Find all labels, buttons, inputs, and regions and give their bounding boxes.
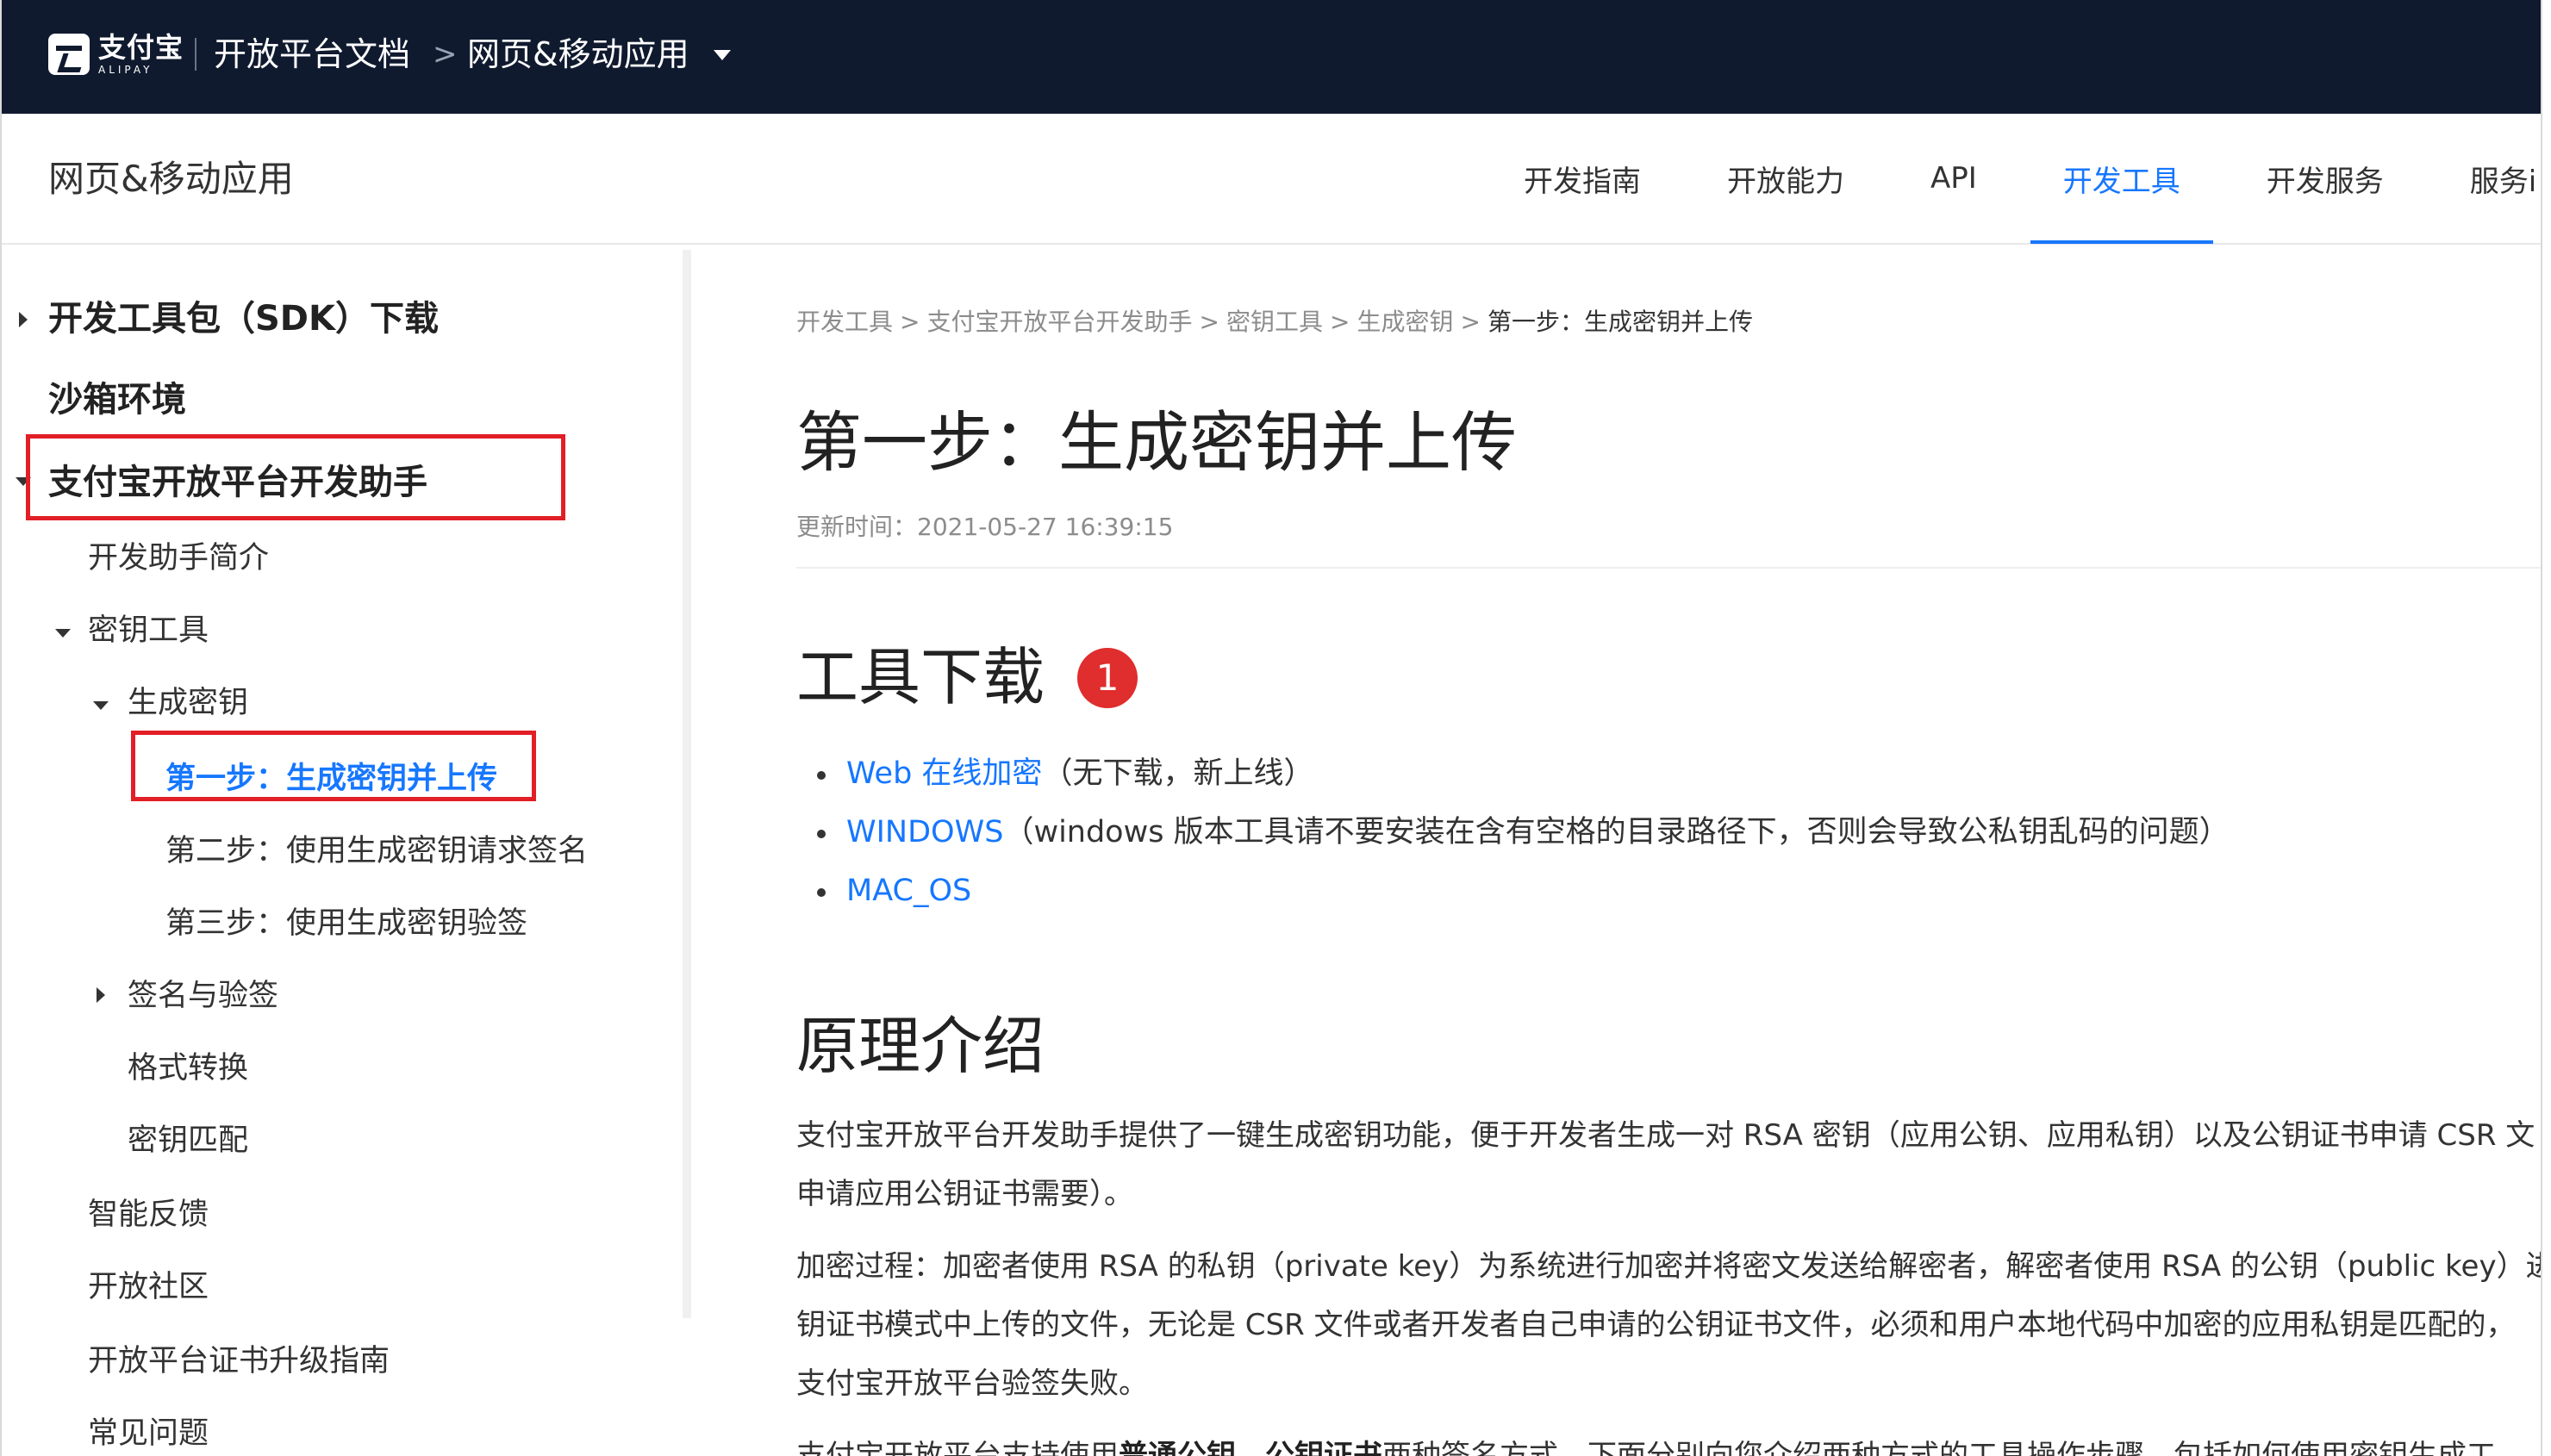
sidebar-item-format-convert[interactable]: 格式转换 bbox=[128, 1044, 248, 1092]
highlight-box bbox=[131, 731, 536, 801]
sidebar-item-sandbox[interactable]: 沙箱环境 bbox=[48, 376, 186, 424]
para-bold: 、 bbox=[1236, 1439, 1265, 1456]
list-item: MAC_OS bbox=[796, 862, 2230, 920]
breadcrumb-item[interactable]: 支付宝开放平台开发助手 bbox=[926, 308, 1192, 336]
sidebar-item-sign-verify[interactable]: 签名与验签 bbox=[128, 972, 278, 1020]
breadcrumb-item[interactable]: 开发工具 bbox=[796, 308, 893, 336]
nav-service-more[interactable]: 服务i bbox=[2427, 114, 2541, 243]
main-content: 开发工具 > 支付宝开放平台开发助手 > 密钥工具 > 生成密钥 > 第一步：生成密钥并上传 第… bbox=[796, 245, 2542, 1456]
sidebar-item-sdk-download[interactable]: 开发工具包（SDK）下载 bbox=[48, 295, 439, 343]
logo-text: 支付宝 ALIPAY bbox=[98, 34, 184, 75]
updated-time: 更新时间：2021-05-27 16:39:15 bbox=[796, 513, 1174, 541]
para-bold: 普通公钥 bbox=[1119, 1439, 1236, 1456]
step-badge: 1 bbox=[1077, 648, 1138, 708]
page-title: 第一步：生成密钥并上传 bbox=[796, 404, 1517, 481]
paragraph-line: 支付宝开放平台验签失败。 bbox=[796, 1366, 1148, 1401]
nav-dev-tools[interactable]: 开发工具 bbox=[2020, 114, 2224, 244]
sidebar-item-key-tool[interactable]: 密钥工具 bbox=[88, 607, 209, 655]
breadcrumb-separator: > bbox=[900, 308, 920, 336]
sidebar-item-step2[interactable]: 第二步：使用生成密钥请求签名 bbox=[165, 827, 588, 875]
caret-down-icon[interactable] bbox=[55, 629, 71, 638]
nav-dev-service[interactable]: 开发服务 bbox=[2224, 114, 2427, 243]
breadcrumb-separator: > bbox=[1329, 308, 1350, 336]
sidebar-scrollbar[interactable] bbox=[683, 250, 691, 1318]
top-bar: 支付宝 ALIPAY 开放平台文档 > 网页&移动应用 bbox=[2, 0, 2541, 114]
alipay-logo[interactable]: 支付宝 ALIPAY bbox=[48, 31, 184, 78]
paragraph-line: 加密过程：加密者使用 RSA 的私钥（private key）为系统进行加密并将… bbox=[796, 1249, 2542, 1284]
caret-down-icon[interactable] bbox=[714, 50, 731, 60]
sidebar-item-key-match[interactable]: 密钥匹配 bbox=[128, 1117, 248, 1165]
para-text: 支付宝开放平台支持使用 bbox=[796, 1439, 1119, 1456]
windows-download-link[interactable]: WINDOWS bbox=[846, 815, 1003, 849]
download-list: Web 在线加密（无下载，新上线） WINDOWS（windows 版本工具请不… bbox=[796, 744, 2230, 920]
section-header: 网页&移动应用 开发指南 开放能力 API 开发工具 开发服务 服务i bbox=[2, 114, 2541, 245]
highlight-box bbox=[26, 434, 565, 520]
sidebar-item-intro[interactable]: 开发助手简介 bbox=[88, 534, 269, 582]
sidebar-item-cert-upgrade[interactable]: 开放平台证书升级指南 bbox=[88, 1337, 390, 1385]
para-text: 两种签名方式，下面分别向您介绍两种方式的工具操作步骤，包括如何使用密钥生成工 bbox=[1382, 1439, 2496, 1456]
nav-dev-guide[interactable]: 开发指南 bbox=[1481, 114, 1684, 243]
heading-tool-download: 工具下载 bbox=[796, 641, 1045, 713]
heading-principle: 原理介绍 bbox=[796, 1010, 1045, 1082]
caret-down-icon[interactable] bbox=[93, 701, 109, 710]
breadcrumb: 开发工具 > 支付宝开放平台开发助手 > 密钥工具 > 生成密钥 > 第一步：生成密钥并上传 bbox=[796, 305, 1753, 339]
sidebar-item-step3[interactable]: 第三步：使用生成密钥验签 bbox=[165, 899, 527, 948]
sidebar: 开发工具包（SDK）下载 沙箱环境 支付宝开放平台开发助手 开发助手简介 密钥工… bbox=[2, 245, 683, 1456]
breadcrumb-item[interactable]: 生成密钥 bbox=[1357, 308, 1453, 336]
page-frame: 支付宝 ALIPAY 开放平台文档 > 网页&移动应用 网页&移动应用 开发指南… bbox=[0, 0, 2542, 1456]
breadcrumb-separator: > bbox=[1460, 308, 1481, 336]
sidebar-item-feedback[interactable]: 智能反馈 bbox=[88, 1191, 209, 1239]
top-divider bbox=[195, 38, 196, 71]
breadcrumb-current: 第一步：生成密钥并上传 bbox=[1487, 308, 1753, 336]
breadcrumb-separator: > bbox=[1199, 308, 1219, 336]
paragraph-line: 支付宝开放平台开发助手提供了一键生成密钥功能，便于开发者生成一对 RSA 密钥（… bbox=[796, 1118, 2535, 1153]
logo-text-cn: 支付宝 bbox=[98, 31, 184, 64]
paragraph-line: 申请应用公钥证书需要）。 bbox=[796, 1177, 1133, 1211]
nav-api[interactable]: API bbox=[1887, 114, 2020, 243]
caret-right-icon[interactable] bbox=[19, 312, 28, 327]
para-bold: 公钥证书 bbox=[1265, 1439, 1382, 1456]
title-divider bbox=[796, 567, 2541, 569]
chevron-right-icon: > bbox=[433, 37, 458, 72]
paragraph-line: 支付宝开放平台支持使用普通公钥、公钥证书两种签名方式，下面分别向您介绍两种方式的… bbox=[796, 1427, 2541, 1456]
sidebar-item-faq[interactable]: 常见问题 bbox=[88, 1409, 209, 1456]
sidebar-item-community[interactable]: 开放社区 bbox=[88, 1263, 209, 1311]
section-title: 网页&移动应用 bbox=[48, 158, 294, 200]
list-item: WINDOWS（windows 版本工具请不要安装在含有空格的目录路径下，否则会… bbox=[796, 803, 2230, 862]
main-nav: 开发指南 开放能力 API 开发工具 开发服务 服务i bbox=[1481, 114, 2541, 244]
web-encrypt-link[interactable]: Web 在线加密 bbox=[846, 756, 1042, 791]
docs-title-link[interactable]: 开放平台文档 bbox=[214, 31, 410, 78]
list-item: Web 在线加密（无下载，新上线） bbox=[796, 744, 2230, 803]
bullet-note: （windows 版本工具请不要安装在含有空格的目录路径下，否则会导致公私钥乱码… bbox=[1003, 815, 2230, 849]
macos-download-link[interactable]: MAC_OS bbox=[846, 874, 971, 908]
nav-open-capability[interactable]: 开放能力 bbox=[1684, 114, 1887, 243]
paragraph-line: 钥证书模式中上传的文件，无论是 CSR 文件或者开发者自己申请的公钥证书文件，必… bbox=[796, 1308, 2516, 1342]
section-switcher[interactable]: 网页&移动应用 bbox=[467, 31, 689, 78]
breadcrumb-item[interactable]: 密钥工具 bbox=[1226, 308, 1323, 336]
bullet-note: （无下载，新上线） bbox=[1042, 756, 1314, 791]
alipay-logo-icon bbox=[48, 34, 90, 75]
caret-right-icon[interactable] bbox=[97, 987, 105, 1003]
sidebar-item-generate-key[interactable]: 生成密钥 bbox=[128, 679, 248, 727]
logo-text-en: ALIPAY bbox=[98, 64, 153, 76]
